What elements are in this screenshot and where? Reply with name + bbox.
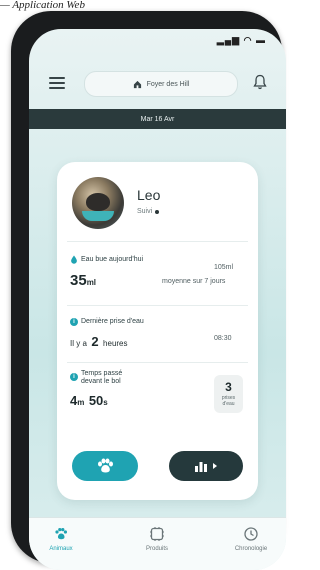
nav-label: Chronologie [234, 546, 268, 552]
phone-frame: ▂▄▆ ◠ ▬ Foyer des Hill Mar 16 Avr Leo Su… [11, 11, 286, 570]
bowl-seconds-unit: s [103, 398, 108, 407]
avatar-cat-shape [86, 193, 110, 211]
bowl-time-value: 4m 50s [70, 392, 108, 410]
pet-actions-button[interactable] [72, 451, 138, 481]
water-average-value: 105ml [214, 264, 234, 271]
pet-name: Leo [137, 187, 161, 203]
stats-button[interactable] [169, 451, 243, 481]
last-drink-number: 2 [91, 334, 99, 349]
nav-item-animaux[interactable]: Animaux [31, 526, 91, 552]
home-icon [133, 80, 141, 88]
drinks-count-badge: 3 prises d'eau [214, 375, 243, 413]
date-bar: Mar 16 Avr [29, 109, 286, 129]
battery-icon: ▬ [256, 35, 266, 45]
pet-icon [55, 528, 67, 540]
chevron-right-icon [213, 463, 217, 469]
divider [67, 241, 248, 242]
pet-avatar[interactable] [72, 177, 124, 229]
history-icon [244, 527, 258, 541]
last-drink-label: Dernière prise d'eau [81, 318, 144, 325]
household-selector[interactable]: Foyer des Hill [84, 71, 238, 97]
drinks-count: 3 [225, 380, 232, 394]
drinks-label-line2: d'eau [222, 401, 235, 407]
bowl-seconds: 50 [88, 393, 104, 408]
household-label: Foyer des Hill [146, 80, 190, 88]
bowl-time-label-line2: devant le bol [81, 378, 121, 385]
divider [67, 362, 248, 363]
page-fragment-text: — Application Web [0, 0, 85, 11]
bowl-time-label-line1: Temps passé [81, 370, 123, 377]
water-drop-icon [71, 255, 77, 264]
menu-icon[interactable] [49, 77, 65, 89]
water-amount: 35 [70, 272, 87, 289]
water-average-label: moyenne sur 7 jours [162, 278, 226, 285]
pet-card: Leo Suivi Eau bue aujourd'hui 35ml 105ml… [57, 162, 258, 500]
app-header: Foyer des Hill [29, 57, 286, 107]
water-unit: ml [86, 278, 97, 287]
bottom-nav: Animaux Produits Chronologie [29, 517, 286, 570]
signal-icon: ▂▄▆ [216, 35, 241, 45]
pet-status-label: Suivi [137, 208, 153, 215]
phone-screen: ▂▄▆ ◠ ▬ Foyer des Hill Mar 16 Avr Leo Su… [29, 29, 286, 570]
last-drink-value: Il y a 2 heures [70, 333, 128, 351]
nav-label: Animaux [49, 546, 73, 552]
water-label: Eau bue aujourd'hui [81, 256, 144, 263]
last-drink-time: 08:30 [214, 335, 232, 342]
pet-status: Suivi [137, 208, 160, 215]
last-drink-unit: heures [103, 339, 128, 348]
bell-icon[interactable] [253, 74, 267, 90]
divider [67, 305, 248, 306]
wifi-icon: ◠ [243, 35, 253, 45]
water-value: 35ml [70, 272, 96, 290]
nav-label: Produits [145, 546, 168, 552]
bar-chart-icon [195, 462, 207, 472]
nav-item-chronologie[interactable]: Chronologie [221, 526, 281, 552]
product-icon [150, 527, 164, 541]
date-text: Mar 16 Avr [140, 115, 175, 123]
status-bar: ▂▄▆ ◠ ▬ [29, 29, 286, 51]
info-icon: i [70, 318, 78, 326]
info-icon: i [70, 373, 78, 381]
bowl-time-label: Temps passé devant le bol [81, 370, 122, 386]
status-icons: ▂▄▆ ◠ ▬ [217, 35, 266, 46]
status-dot-icon [155, 209, 160, 214]
paw-icon [98, 458, 113, 473]
bowl-minutes-unit: m [77, 398, 85, 407]
avatar-bowl-shape [82, 211, 114, 221]
last-drink-prefix: Il y a [70, 339, 87, 348]
nav-item-produits[interactable]: Produits [127, 526, 187, 552]
